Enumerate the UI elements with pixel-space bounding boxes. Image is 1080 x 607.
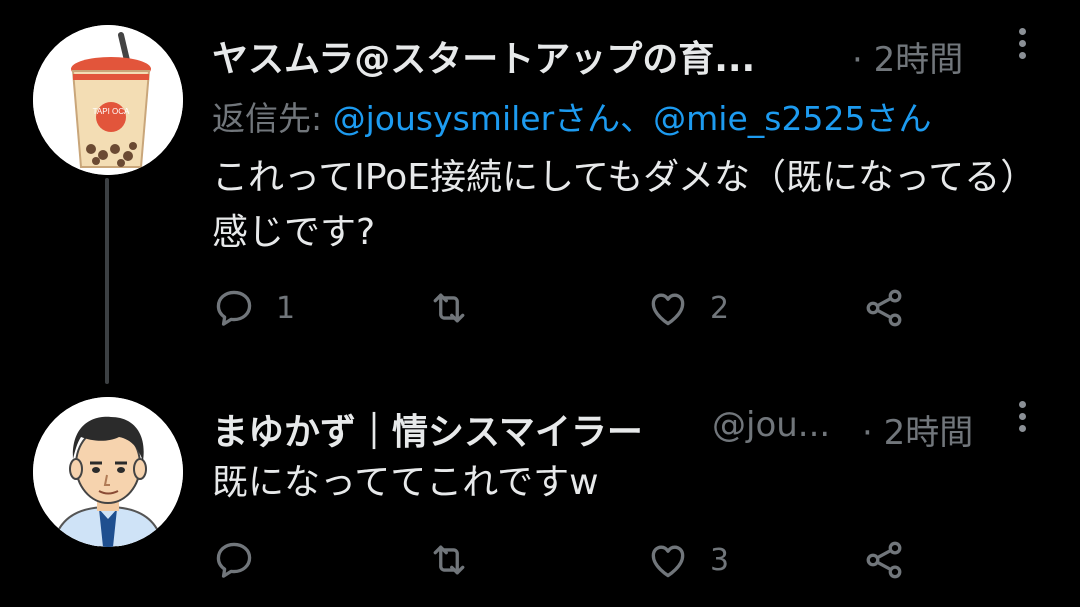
- reply-icon: [216, 542, 252, 578]
- share-icon: [866, 289, 902, 327]
- retweet-button[interactable]: [427, 535, 491, 585]
- retweet-icon: [433, 545, 465, 575]
- tweet[interactable]: まゆかず｜情シスマイラー @jou... · 2時間 既になっててこれですw 3: [0, 383, 1080, 607]
- tweet-header: ヤスムラ@スタートアップの育... · 2時間: [212, 26, 1070, 80]
- share-button[interactable]: [862, 283, 906, 333]
- share-icon: [866, 541, 902, 579]
- tweet-text: 既になっててこれですw: [212, 462, 599, 503]
- retweet-icon: [433, 293, 465, 323]
- like-button[interactable]: 2: [646, 283, 729, 333]
- user-handle[interactable]: @jou...: [712, 405, 830, 445]
- like-button[interactable]: 3: [646, 535, 729, 585]
- display-name[interactable]: まゆかず｜情シスマイラー: [212, 403, 643, 455]
- share-button[interactable]: [862, 535, 906, 585]
- display-name[interactable]: ヤスムラ@スタートアップの育...: [212, 30, 755, 82]
- tapioca-cup-avatar-image: TAPI OCA: [33, 25, 183, 175]
- avatar[interactable]: TAPI OCA: [33, 25, 183, 175]
- reply-button[interactable]: 1: [212, 283, 295, 333]
- tweet[interactable]: TAPI OCA ヤスムラ@スタートアップの育... · 2時間 返信先: @j…: [0, 0, 1080, 384]
- reply-count: 1: [276, 290, 296, 326]
- reply-to-line: 返信先: @jousysmilerさん、@mie_s2525さん: [212, 92, 931, 140]
- reply-mentions[interactable]: @jousysmilerさん、@mie_s2525さん: [333, 99, 932, 138]
- reply-button[interactable]: [212, 535, 276, 585]
- like-icon: [651, 293, 685, 326]
- like-count: 2: [710, 290, 730, 326]
- retweet-button[interactable]: [427, 283, 491, 333]
- more-options-icon[interactable]: [1016, 28, 1028, 68]
- like-count: 3: [710, 542, 730, 578]
- action-bar: 3: [212, 535, 932, 585]
- reply-icon: [216, 290, 252, 326]
- avatar-badge-text: TAPI OCA: [93, 107, 130, 116]
- avatar[interactable]: [33, 397, 183, 547]
- reply-to-label: 返信先:: [212, 99, 333, 138]
- like-icon: [651, 545, 685, 578]
- thread-connector-line: [105, 178, 109, 384]
- more-options-icon[interactable]: [1016, 401, 1028, 441]
- action-bar: 1 2: [212, 283, 932, 333]
- timestamp[interactable]: · 2時間: [862, 405, 973, 454]
- tweet-text: これってIPoE接続にしてもダメな（既になってる）感じです?: [212, 157, 1037, 253]
- tweet-header: まゆかず｜情シスマイラー @jou... · 2時間: [212, 399, 1070, 453]
- timestamp[interactable]: · 2時間: [852, 32, 963, 81]
- man-illustration-avatar-image: [33, 397, 183, 547]
